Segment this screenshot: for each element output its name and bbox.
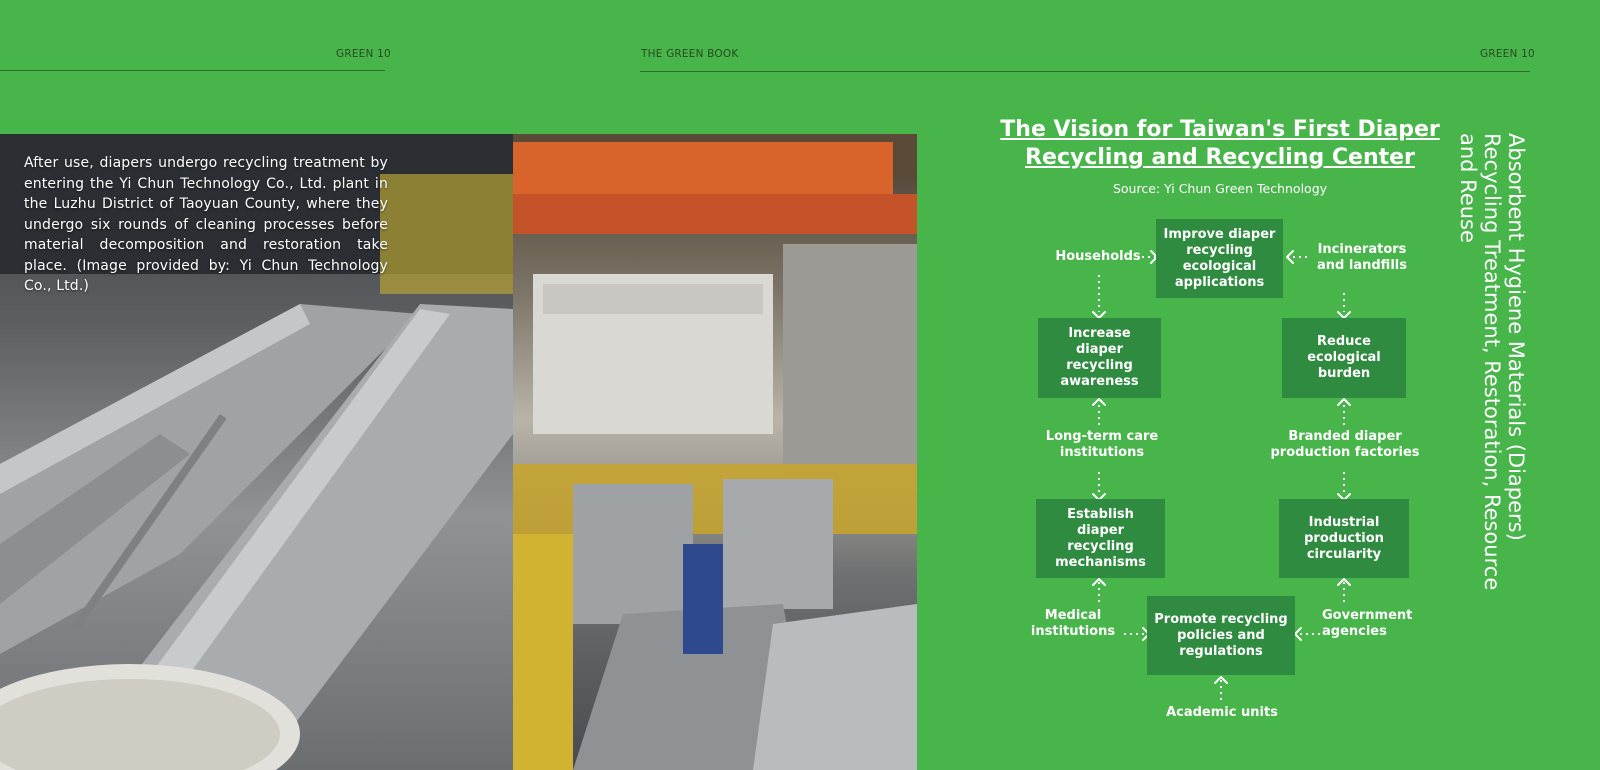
diagram-title: The Vision for Taiwan's First Diaper Rec…: [1000, 117, 1440, 170]
side-heading: Absorbent Hygiene Materials (Diapers) Re…: [1456, 133, 1528, 591]
header-right-label: GREEN 10: [1480, 48, 1535, 60]
label-households: Households: [1055, 249, 1141, 264]
factory-illustration: [513, 134, 917, 770]
box-improve-applications: Improve diaper recycling ecological appl…: [1156, 219, 1283, 298]
header-left-rule: [0, 70, 385, 71]
box-reduce-burden: Reduce ecological burden: [1282, 318, 1406, 398]
label-government: Government agencies: [1322, 608, 1413, 639]
label-medical: Medical institutions: [1030, 608, 1116, 639]
diagram-source: Source: Yi Chun Green Technology: [1112, 181, 1328, 196]
box-industrial-circularity: Industrial production circularity: [1279, 499, 1409, 578]
photo-caption: After use, diapers undergo recycling tre…: [24, 155, 388, 294]
label-branded-factories: Branded diaper production factories: [1270, 429, 1420, 460]
header-center-label: THE GREEN BOOK: [641, 48, 739, 60]
label-academic: Academic units: [1166, 705, 1278, 720]
label-longterm-care: Long-term care institutions: [1045, 429, 1159, 460]
box-establish-mechanisms: Establish diaper recycling mechanisms: [1036, 499, 1165, 578]
photo-factory-interior: [513, 134, 917, 770]
header-left-label: GREEN 10: [336, 48, 391, 60]
box-increase-awareness: Increase diaper recycling awareness: [1038, 318, 1161, 398]
header-right-rule: [640, 71, 1530, 72]
box-promote-policies: Promote recycling policies and regulatio…: [1147, 596, 1295, 675]
label-incinerators: Incinerators and landfills: [1317, 242, 1407, 273]
